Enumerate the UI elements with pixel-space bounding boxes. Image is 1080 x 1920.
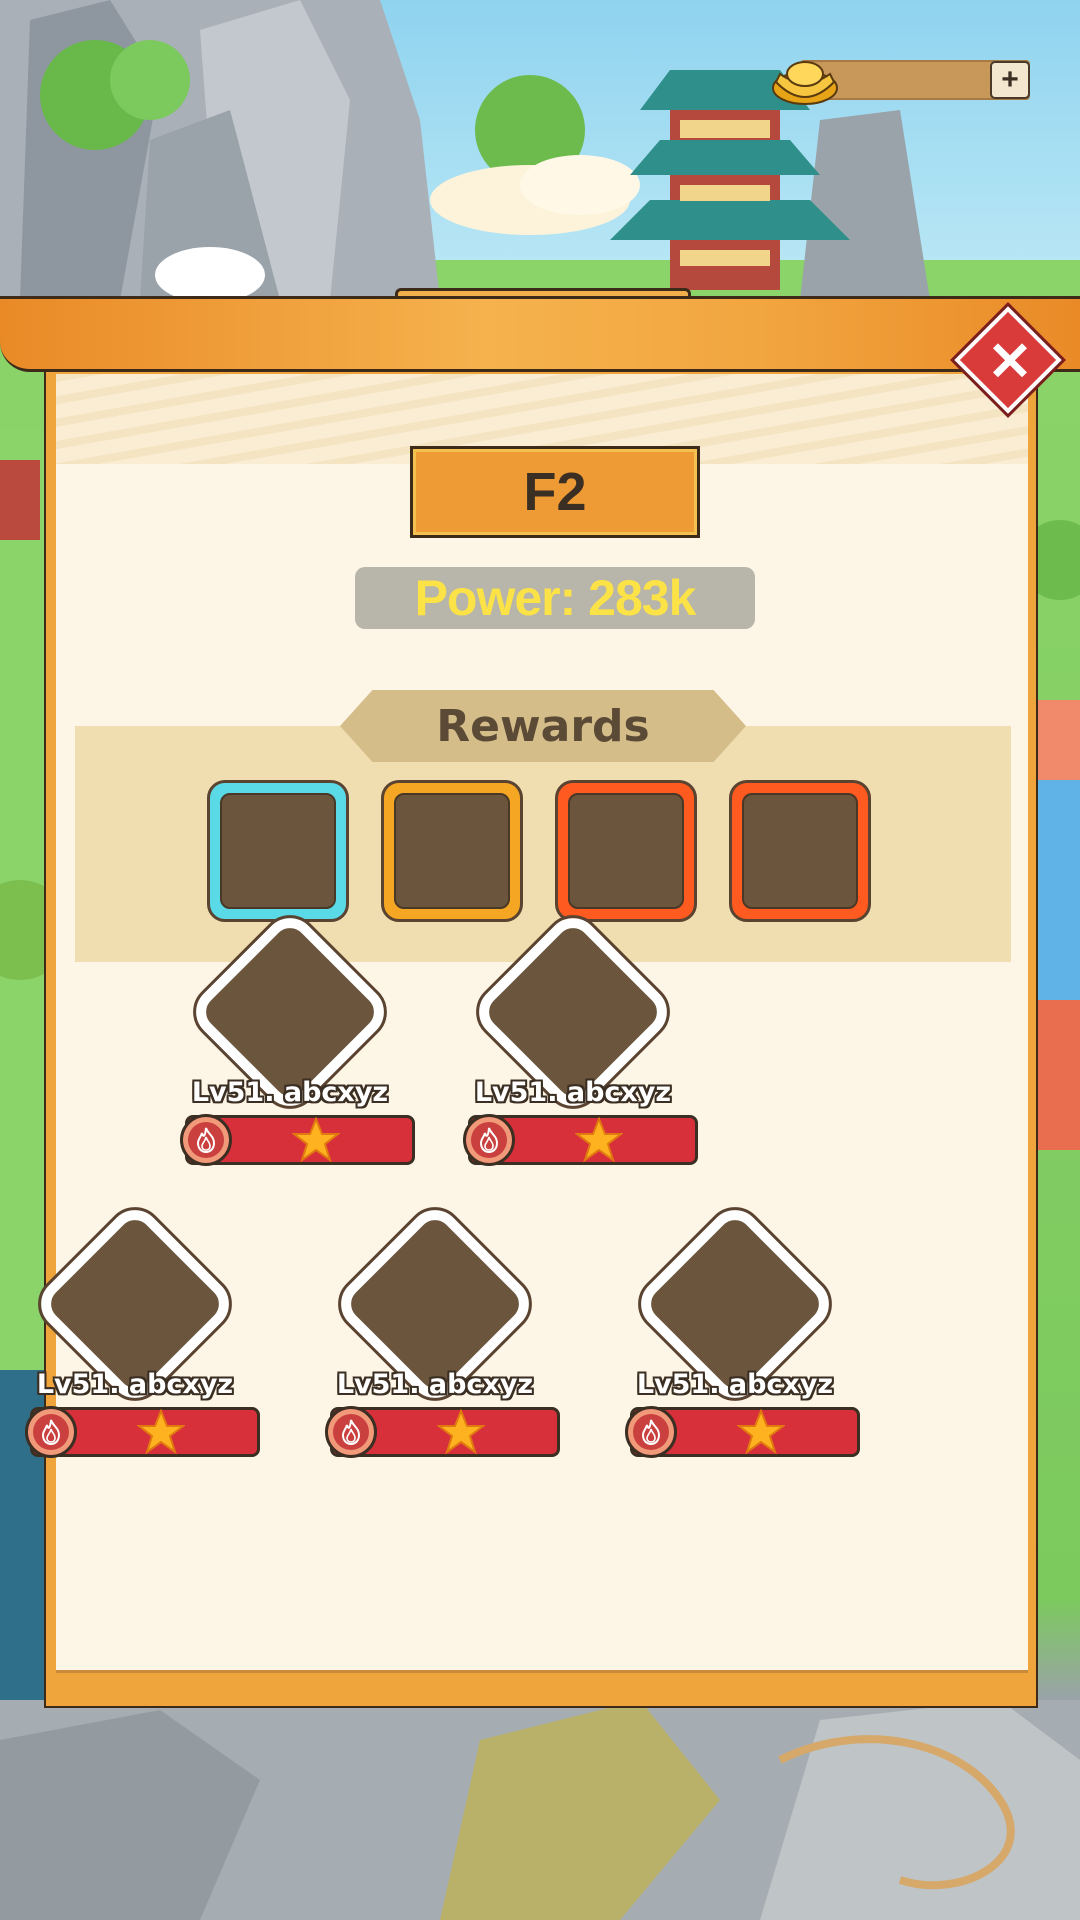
star-icon [574,1116,624,1163]
floor-label: F2 [523,462,587,522]
star-icon [736,1408,786,1455]
fire-element-icon [463,1114,515,1166]
star-icon [291,1116,341,1163]
close-icon[interactable]: ✕ [975,327,1045,397]
star-icon [436,1408,486,1455]
reward-slot[interactable] [729,780,871,922]
power-text: Power: 283k [414,570,697,626]
hero-name-label: Lv51. abcxyz [336,1369,534,1400]
reward-slot[interactable] [207,780,349,922]
rewards-title: Rewards [436,700,650,752]
gold-ingot-icon [772,61,838,105]
hero-name-label: Lv51. abcxyz [636,1369,834,1400]
modal-header-bar [0,296,1080,372]
hero-name-label: Lv51. abcxyz [474,1077,672,1108]
fire-element-icon [625,1406,677,1458]
power-display: Power: 283k [355,567,755,629]
rewards-header: Rewards [340,690,746,762]
reward-slot[interactable] [381,780,523,922]
hero-name-label: Lv51. abcxyz [36,1369,234,1400]
star-icon [136,1408,186,1455]
fire-element-icon [180,1114,232,1166]
fire-element-icon [325,1406,377,1458]
fire-element-icon [25,1406,77,1458]
reward-slot[interactable] [555,780,697,922]
add-currency-button[interactable]: + [990,61,1030,99]
hero-name-label: Lv51. abcxyz [191,1077,389,1108]
floor-banner: F2 [410,446,700,538]
